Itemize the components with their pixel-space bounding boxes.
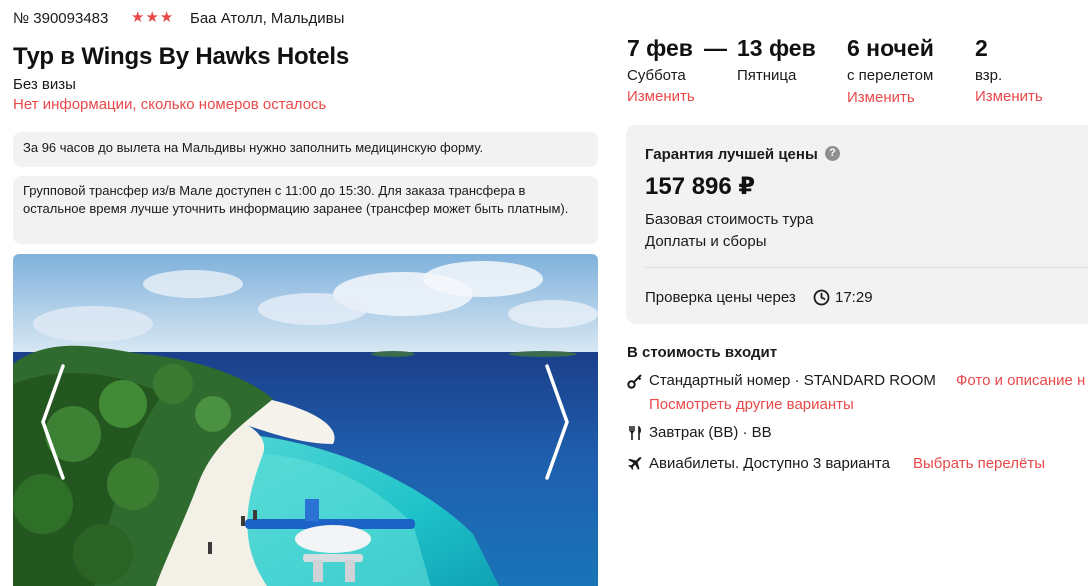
hotel-photo-carousel[interactable] [13,254,598,586]
date-from: 7 фев [627,35,693,61]
airplane-icon [628,457,642,470]
fork-knife-icon [629,426,641,440]
hotel-photo [13,254,598,586]
notice-transfer: Групповой трансфер из/в Мале доступен с … [13,176,598,244]
tour-number: № 390093483 [13,10,109,27]
flights-info: Авиабилеты. Доступно 3 варианта [649,455,890,472]
rooms-left-info: Нет информации, сколько номеров осталось [13,96,327,113]
day-from: Суббота [627,67,686,84]
divider [645,267,1088,268]
clock-icon [813,289,830,306]
change-dates-link[interactable]: Изменить [627,88,695,105]
visa-info: Без визы [13,76,76,93]
tour-price: 157 896 ₽ [645,173,756,200]
change-nights-link[interactable]: Изменить [847,89,915,106]
other-variants-link[interactable]: Посмотреть другие варианты [649,396,854,413]
nights-subtitle: с перелетом [847,67,934,84]
room-type: Стандартный номер · STANDARD ROOM [649,372,936,389]
key-icon [627,374,642,389]
carousel-next-arrow[interactable] [541,362,571,482]
hotel-stars: ★★★ [131,9,175,26]
day-to: Пятница [737,67,797,84]
carousel-prev-arrow[interactable] [39,362,69,482]
help-icon[interactable]: ? [825,146,840,161]
included-title: В стоимость входит [627,344,778,361]
hotel-location: Баа Атолл, Мальдивы [190,10,345,27]
date-to: 13 фев [737,35,816,61]
guests-count: 2 [975,35,988,61]
change-guests-link[interactable]: Изменить [975,88,1043,105]
notice-medical-form: За 96 часов до вылета на Мальдивы нужно … [13,132,598,167]
choose-flights-link[interactable]: Выбрать перелёты [913,455,1045,472]
best-price-guarantee: Гарантия лучшей цены [645,146,818,163]
fees-label: Доплаты и сборы [645,233,767,250]
room-photos-link[interactable]: Фото и описание н [956,372,1085,389]
page-title: Тур в Wings By Hawks Hotels [13,43,349,70]
date-separator: — [704,35,727,61]
guests-subtitle: взр. [975,67,1003,84]
base-cost-label: Базовая стоимость тура [645,211,814,228]
nights-count: 6 ночей [847,35,934,61]
meal-plan: Завтрак (BB) · BB [649,424,772,441]
price-check-label: Проверка цены через [645,289,796,306]
price-check-time: 17:29 [835,289,873,306]
